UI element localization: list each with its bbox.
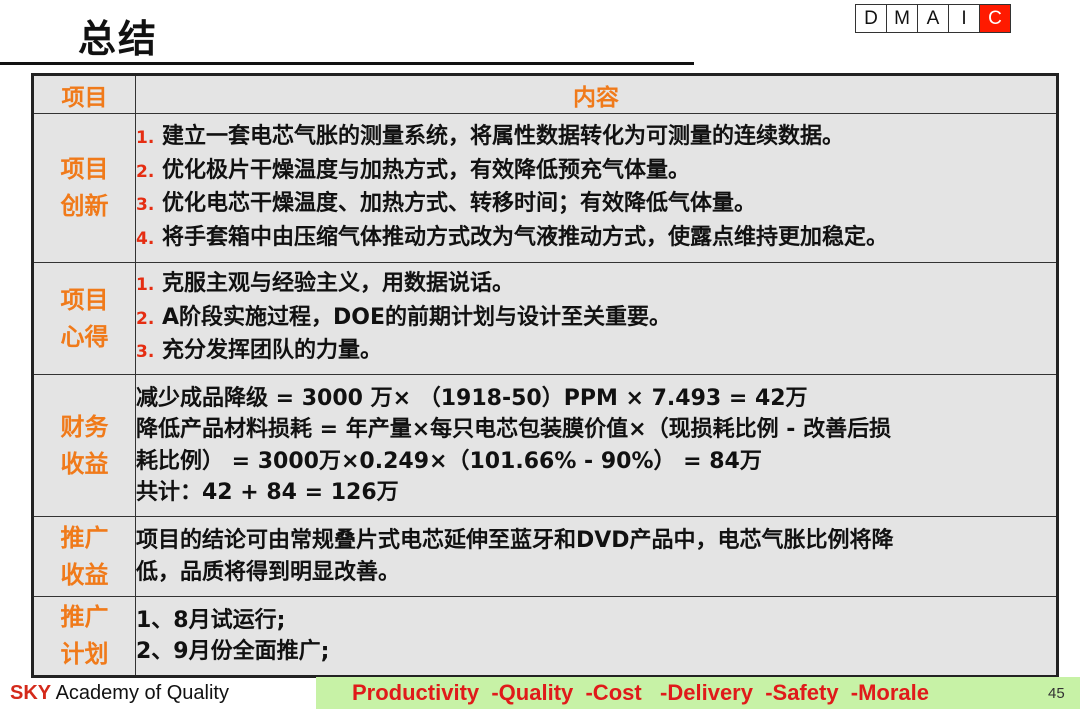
row-learnings: 项目 心得 1. 克服主观与经验主义，用数据说话。 2. A阶段实施过程，DOE的前… (32, 262, 1058, 375)
title-underline (0, 62, 694, 65)
summary-table: 项目 内容 项目 创新 1. 建立一套电芯气胀的测量系统，将属性数据转化为可测量的… (31, 73, 1059, 678)
list-item: 3. 充分发挥团队的力量。 (136, 338, 383, 364)
brand-sky: SKY (10, 682, 52, 704)
text-line: 2、9月份全面推广; (136, 639, 330, 664)
table-header-row: 项目 内容 (32, 74, 1058, 114)
row-label: 项目 心得 (32, 262, 136, 375)
text-line: 项目的结论可由常规叠片式电芯延伸至蓝牙和DVD产品中，电芯气胀比例将降 (136, 528, 894, 553)
row-content: 1. 建立一套电芯气胀的测量系统，将属性数据转化为可测量的连续数据。 2. 优化极片… (135, 113, 1058, 263)
row-label: 项目 创新 (32, 113, 136, 263)
header-item: 项目 (32, 74, 136, 114)
row-label-line: 创新 (60, 192, 109, 220)
row-innovation: 项目 创新 1. 建立一套电芯气胀的测量系统，将属性数据转化为可测量的连续数据。 … (32, 113, 1058, 263)
row-label-line: 项目 (60, 285, 109, 314)
text-line: 共计：42 + 84 = 126万 (136, 480, 399, 505)
row-rollout-benefit: 推广 收益 项目的结论可由常规叠片式电芯延伸至蓝牙和DVD产品中，电芯气胀比例将… (32, 516, 1058, 597)
list-item: 2. A阶段实施过程，DOE的前期计划与设计至关重要。 (136, 304, 672, 330)
row-label-line: 推广 (60, 523, 109, 552)
footer-slogan: Productivity -Quality -Cost -Delivery -S… (352, 680, 930, 705)
list-item: 4. 将手套箱中由压缩气体推动方式改为气液推动方式，使露点维持更加稳定。 (136, 224, 889, 250)
row-content: 1、8月试运行; 2、9月份全面推广; (135, 596, 1058, 677)
page-number: 45 (1048, 685, 1065, 702)
row-label-line: 推广 (60, 603, 109, 631)
list-item: 1. 克服主观与经验主义，用数据说话。 (136, 271, 515, 297)
phase-a: A (918, 5, 949, 32)
footer-brand: SKY Academy of Quality (10, 682, 229, 705)
row-content: 项目的结论可由常规叠片式电芯延伸至蓝牙和DVD产品中，电芯气胀比例将降 低，品质… (135, 516, 1058, 597)
text-line: 低，品质将得到明显改善。 (136, 559, 401, 585)
row-content: 1. 克服主观与经验主义，用数据说话。 2. A阶段实施过程，DOE的前期计划与设计… (135, 262, 1058, 375)
row-content: 减少成品降级 = 3000 万× （1918-50）PPM × 7.493 = … (135, 374, 1058, 517)
phase-d: D (856, 5, 887, 32)
row-label-line: 计划 (60, 640, 109, 668)
row-label-line: 收益 (60, 560, 109, 589)
text-line: 耗比例） = 3000万×0.249×（101.66% - 90%） = 84万 (136, 448, 762, 474)
row-label-line: 项目 (60, 155, 109, 183)
brand-academy: Academy of Quality (55, 682, 229, 704)
header-content: 内容 (135, 74, 1058, 114)
list-item: 2. 优化极片干燥温度与加热方式，有效降低预充气体量。 (136, 157, 691, 183)
text-line: 1、8月试运行; (136, 607, 286, 633)
text-line: 减少成品降级 = 3000 万× （1918-50）PPM × 7.493 = … (136, 385, 808, 411)
text-line: 降低产品材料损耗 = 年产量×每只电芯包装膜价值×（现损耗比例 - 改善后损 (136, 417, 892, 442)
row-financial-benefit: 财务 收益 减少成品降级 = 3000 万× （1918-50）PPM × 7.… (32, 374, 1058, 517)
list-item: 3. 优化电芯干燥温度、加热方式、转移时间；有效降低气体量。 (136, 191, 757, 216)
row-label-line: 收益 (60, 449, 109, 478)
row-label-line: 财务 (60, 412, 109, 441)
row-label: 财务 收益 (32, 374, 136, 517)
list-item: 1. 建立一套电芯气胀的测量系统，将属性数据转化为可测量的连续数据。 (136, 124, 845, 149)
row-label: 推广 收益 (32, 516, 136, 597)
slide-title: 总结 (78, 17, 159, 61)
dmaic-phase-indicator: D M A I C (855, 4, 1011, 33)
row-label: 推广 计划 (32, 596, 136, 677)
row-label-line: 心得 (60, 322, 109, 351)
row-rollout-plan: 推广 计划 1、8月试运行; 2、9月份全面推广; (32, 596, 1058, 677)
phase-m: M (887, 5, 918, 32)
phase-c-active: C (980, 5, 1010, 32)
phase-i: I (949, 5, 980, 32)
